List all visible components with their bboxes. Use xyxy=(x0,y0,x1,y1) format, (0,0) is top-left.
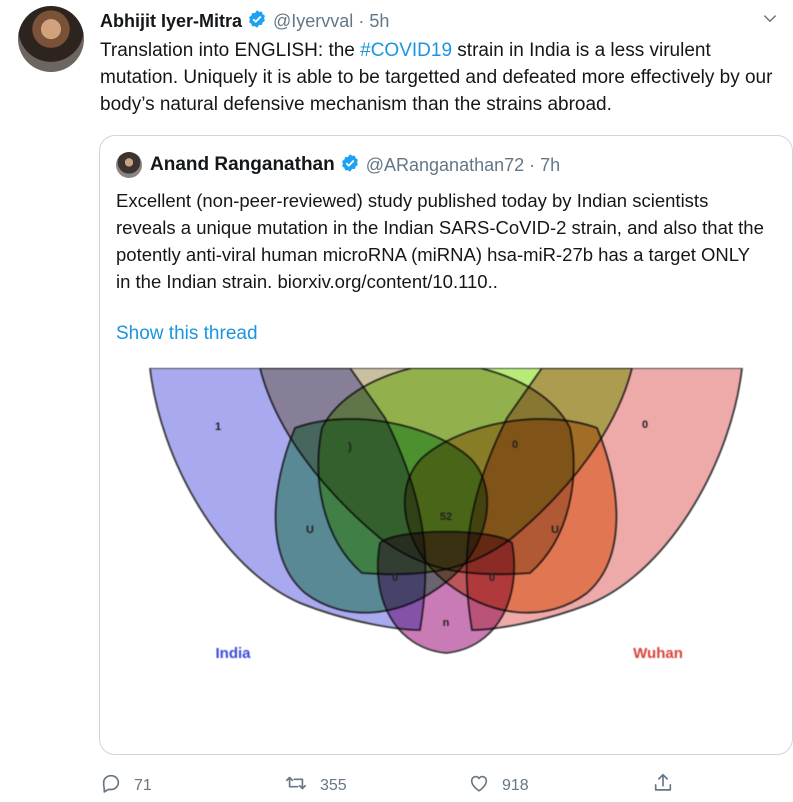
show-thread-link[interactable]: Show this thread xyxy=(116,323,258,345)
venn-diagram-image: 1 ) 0 0 U 52 U 0 0 n India Wuhan xyxy=(149,368,743,662)
venn-label-center: 52 xyxy=(440,511,452,523)
tweet-header: Abhijit Iyer-Mitra @Iyervval · 5h xyxy=(100,8,389,34)
venn-label-upper-left: ) xyxy=(348,441,352,453)
quoted-author-name: Anand Ranganathan xyxy=(150,154,335,175)
venn-label-right-mid: U xyxy=(551,524,559,536)
venn-label-lower-left: 0 xyxy=(392,572,398,584)
separator-dot: · xyxy=(529,154,536,175)
share-icon xyxy=(652,772,674,799)
retweet-button[interactable]: 355 xyxy=(284,772,347,799)
quoted-author-handle: @ARanganathan72 xyxy=(365,154,525,175)
author-handle[interactable]: @Iyervval xyxy=(273,11,353,32)
reply-count: 71 xyxy=(134,776,152,794)
venn-label-lower-right: 0 xyxy=(489,572,495,584)
like-count: 918 xyxy=(502,776,529,794)
quoted-tweet-card[interactable]: Anand Ranganathan @ARanganathan72 · 7h E… xyxy=(99,135,793,755)
timestamp[interactable]: 5h xyxy=(369,11,389,32)
hashtag-link[interactable]: #COVID19 xyxy=(360,40,452,61)
chevron-down-icon[interactable] xyxy=(761,10,779,33)
tweet-text-start: Translation into ENGLISH: the xyxy=(100,40,361,61)
venn-label-bottom: n xyxy=(443,617,450,629)
venn-label-india-only: 1 xyxy=(215,421,221,433)
quoted-tweet-header: Anand Ranganathan @ARanganathan72 · 7h xyxy=(116,152,560,178)
reply-button[interactable]: 71 xyxy=(100,772,152,799)
venn-label-right-only: 0 xyxy=(642,419,648,431)
tweet-actions-bar: 71 355 918 xyxy=(100,772,790,802)
quoted-author-avatar xyxy=(116,152,142,178)
reply-icon xyxy=(100,772,122,799)
venn-label-left-mid: U xyxy=(306,524,314,536)
like-button[interactable]: 918 xyxy=(468,772,529,799)
retweet-count: 355 xyxy=(320,776,347,794)
quoted-timestamp: 7h xyxy=(540,154,561,175)
separator-dot: · xyxy=(358,10,365,31)
tweet-text: Translation into ENGLISH: the #COVID19 s… xyxy=(100,37,780,118)
venn-label-wuhan: Wuhan xyxy=(633,645,683,662)
share-button[interactable] xyxy=(652,772,674,799)
heart-icon xyxy=(468,772,490,799)
retweet-icon xyxy=(284,772,308,799)
author-avatar[interactable] xyxy=(18,6,84,72)
quoted-tweet-text: Excellent (non-peer-reviewed) study publ… xyxy=(116,190,764,292)
venn-set-bottom xyxy=(376,530,516,654)
venn-label-upper-right: 0 xyxy=(512,439,518,451)
venn-label-india: India xyxy=(215,645,251,662)
verified-badge-icon xyxy=(340,153,360,178)
author-name[interactable]: Abhijit Iyer-Mitra xyxy=(100,11,242,32)
verified-badge-icon xyxy=(247,9,267,34)
